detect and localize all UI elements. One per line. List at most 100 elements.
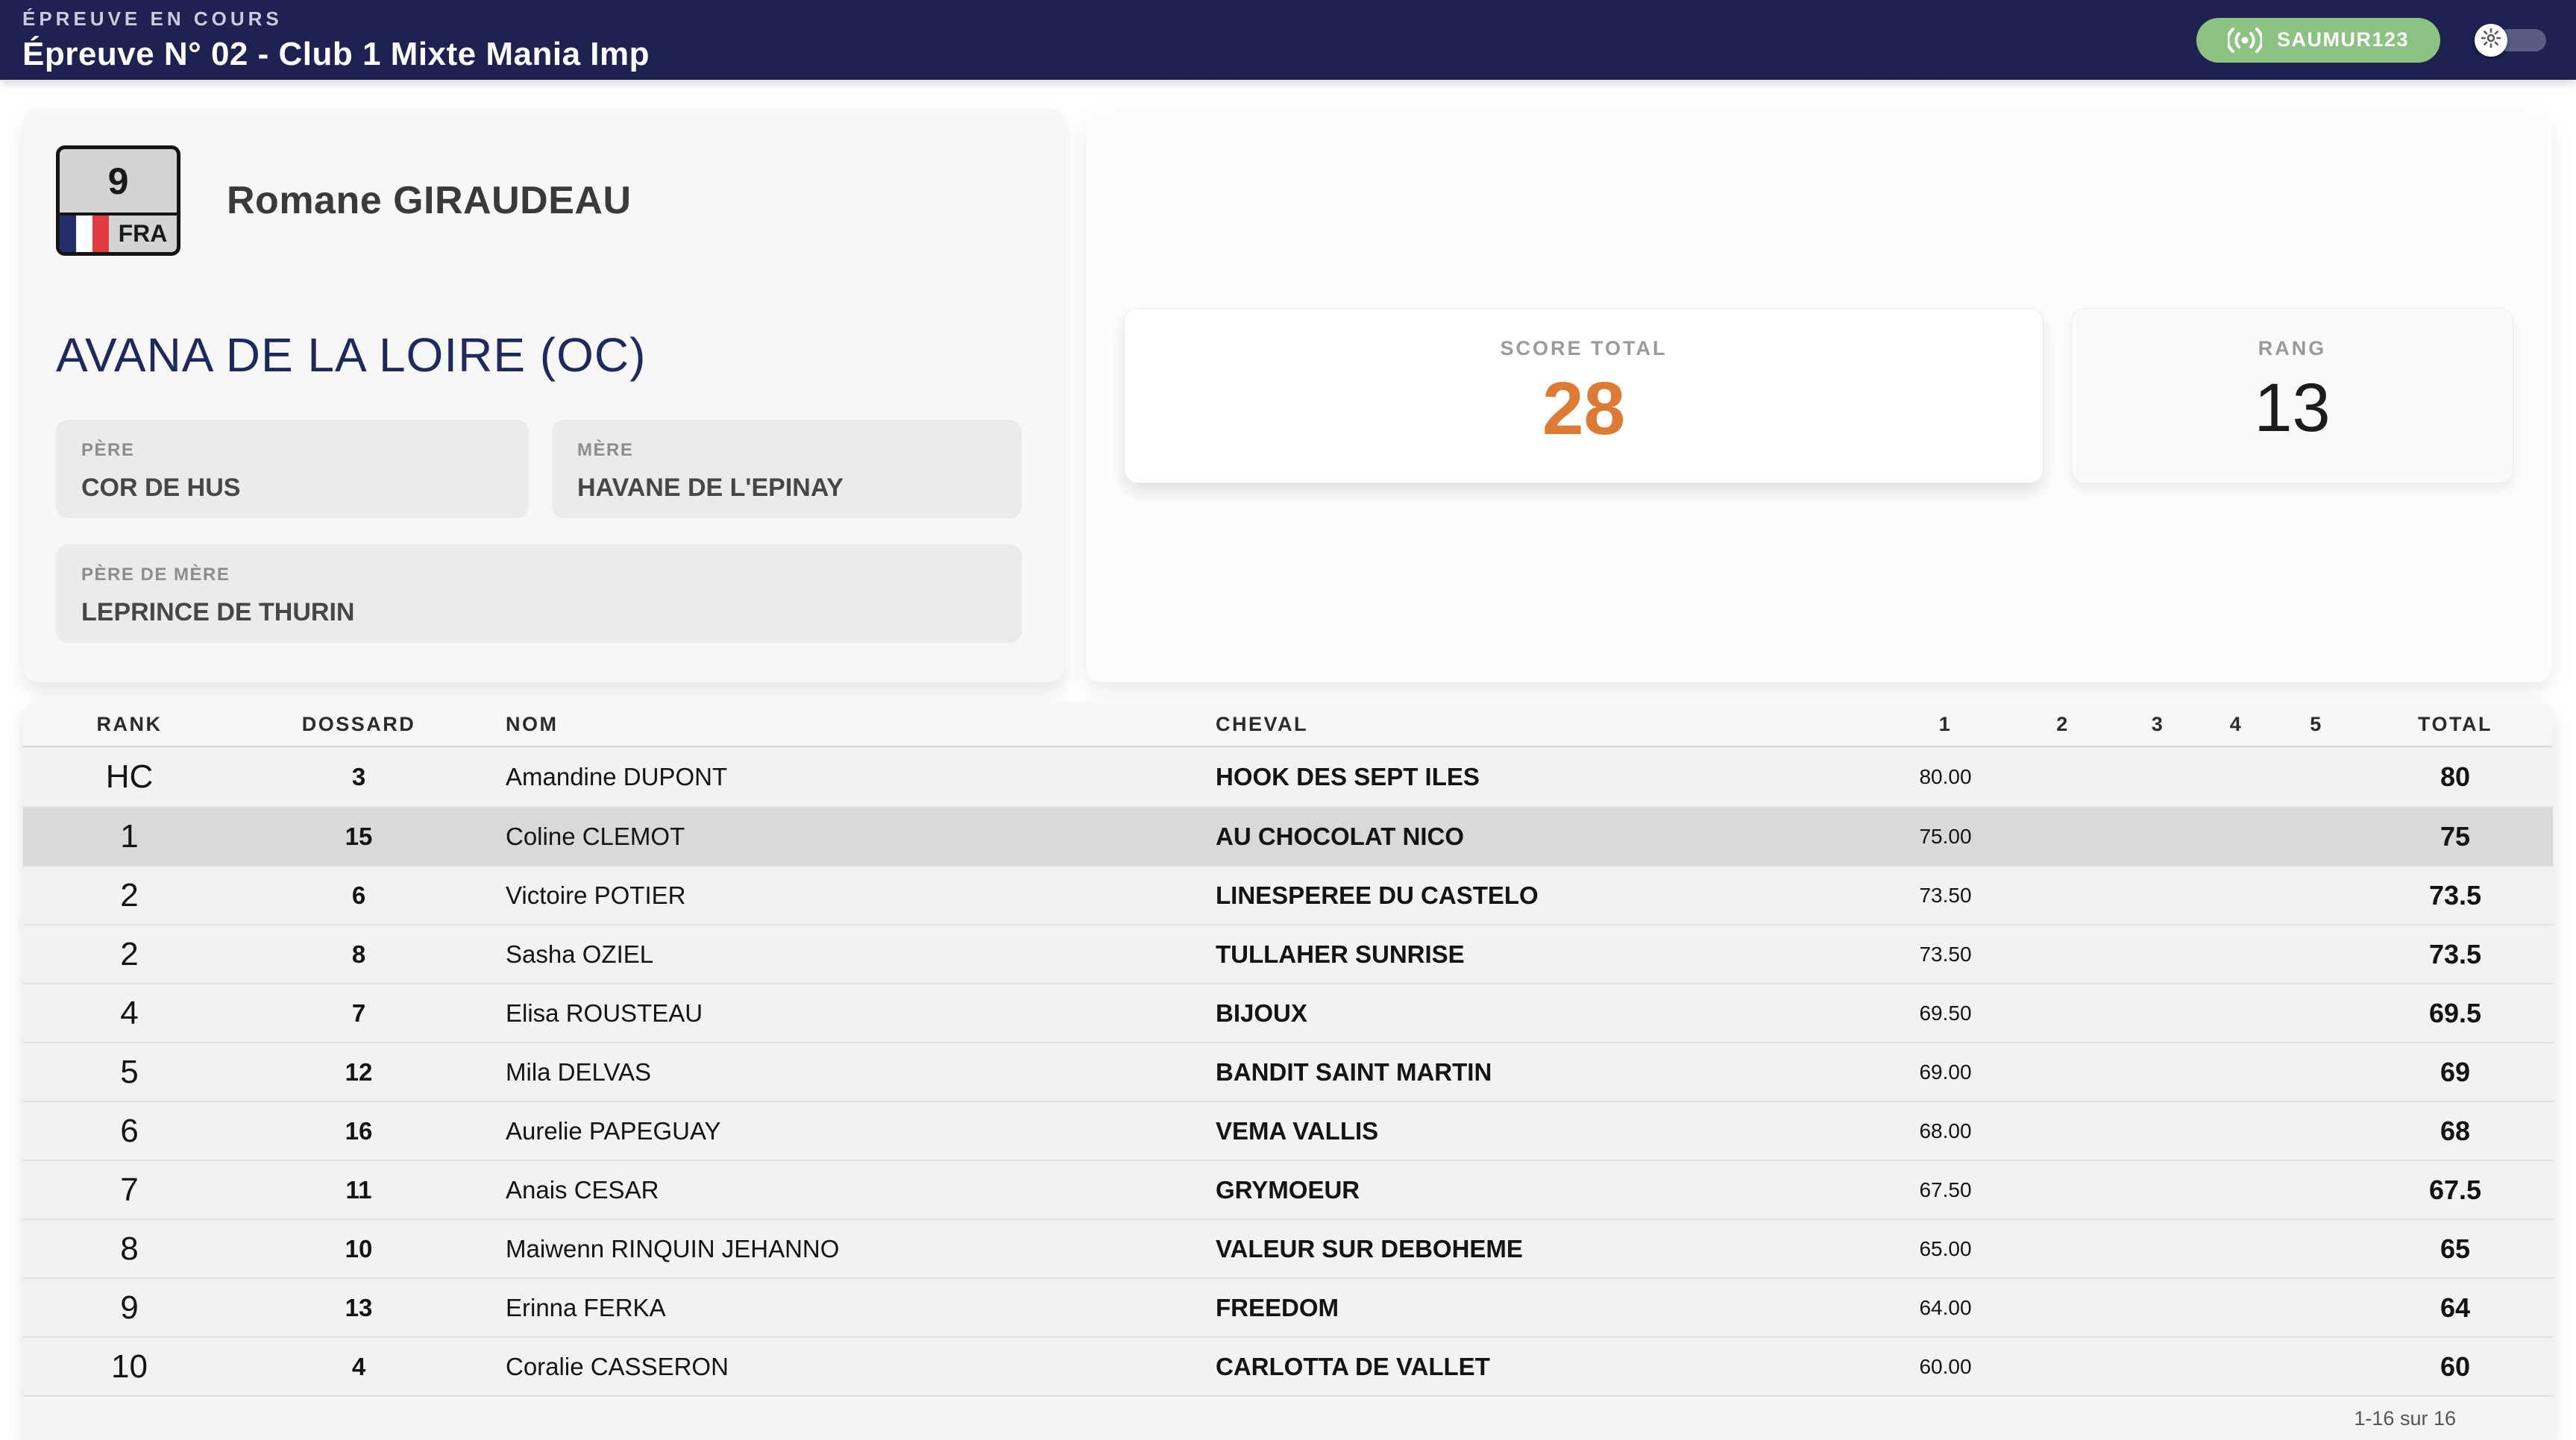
cell-dossard: 6	[236, 881, 482, 910]
cell-c1: 67.50	[1884, 1178, 2007, 1202]
col-1: 1	[1884, 713, 2007, 736]
score-panel: SCORE TOTAL 28 RANG 13	[1086, 108, 2551, 682]
table-row[interactable]: 104Coralie CASSERONCARLOTTA DE VALLET60.…	[23, 1336, 2553, 1395]
field-pere-de-mere-value: LEPRINCE DE THURIN	[81, 598, 1022, 627]
cell-c1: 69.00	[1884, 1060, 2007, 1084]
cell-nom: Victoire POTIER	[482, 881, 1190, 910]
table-row[interactable]: 616Aurelie PAPEGUAYVEMA VALLIS68.00 68	[23, 1101, 2553, 1160]
event-title: Épreuve N° 02 - Club 1 Mixte Mania Imp	[22, 36, 650, 73]
cell-c1: 65.00	[1884, 1237, 2007, 1261]
col-5: 5	[2275, 713, 2357, 736]
col-total: TOTAL	[2357, 713, 2553, 736]
table-row[interactable]: 913Erinna FERKAFREEDOM64.0064	[23, 1277, 2553, 1336]
field-pere-label: PÈRE	[81, 440, 529, 461]
col-rank: RANK	[23, 713, 236, 736]
live-session-badge[interactable]: SAUMUR123	[2196, 18, 2440, 63]
cell-c1: 73.50	[1884, 884, 2007, 908]
cell-dossard: 16	[236, 1117, 482, 1145]
score-total-label: SCORE TOTAL	[1125, 337, 2043, 360]
horse-name: AVANA DE LA LOIRE (OC)	[56, 327, 1031, 383]
table-row[interactable]: 28Sasha OZIELTULLAHER SUNRISE73.5073.5	[23, 924, 2553, 983]
bib-number: 9	[60, 149, 177, 213]
bib-country-row: FRA	[60, 213, 177, 252]
live-badge-label: SAUMUR123	[2277, 28, 2409, 51]
cell-nom: Anais CESAR	[482, 1176, 1190, 1204]
cell-total: 75	[2357, 821, 2553, 852]
bib-badge: 9 FRA	[56, 145, 180, 256]
cell-rank: 8	[23, 1230, 236, 1268]
cell-c1: 80.00	[1884, 765, 2007, 789]
cell-nom: Erinna FERKA	[482, 1294, 1190, 1322]
cell-cheval: HOOK DES SEPT ILES	[1190, 763, 1884, 791]
sun-icon	[2481, 28, 2501, 51]
rider-card: 9 FRA Romane GIRAUDEAU AVANA DE LA LOIRE…	[23, 108, 1064, 682]
cell-total: 60	[2357, 1351, 2553, 1383]
cell-rank: HC	[23, 758, 236, 796]
field-mere: MÈRE HAVANE DE L'EPINAY	[552, 420, 1022, 518]
field-mere-value: HAVANE DE L'EPINAY	[577, 474, 1022, 503]
cell-cheval: CARLOTTA DE VALLET	[1190, 1353, 1884, 1381]
col-nom: NOM	[482, 713, 1190, 736]
table-row[interactable]: 512Mila DELVASBANDIT SAINT MARTIN69.0069	[23, 1042, 2553, 1101]
col-dossard: DOSSARD	[236, 713, 482, 736]
cell-cheval: VALEUR SUR DEBOHEME	[1190, 1235, 1884, 1263]
cell-c1: 75.00	[1884, 825, 2007, 849]
header-titles: ÉPREUVE EN COURS Épreuve N° 02 - Club 1 …	[22, 7, 650, 73]
event-status-label: ÉPREUVE EN COURS	[22, 7, 650, 31]
bib-row: 9 FRA Romane GIRAUDEAU	[56, 145, 1031, 256]
table-row[interactable]: 47Elisa ROUSTEAUBIJOUX69.5069.5	[23, 983, 2553, 1042]
cell-nom: Elisa ROUSTEAU	[482, 999, 1190, 1028]
cell-nom: Aurelie PAPEGUAY	[482, 1117, 1190, 1145]
cell-dossard: 10	[236, 1235, 482, 1263]
pedigree-fields: PÈRE COR DE HUS MÈRE HAVANE DE L'EPINAY …	[56, 420, 1031, 643]
cell-rank: 1	[23, 818, 236, 855]
cell-total: 65	[2357, 1233, 2553, 1265]
table-row[interactable]: 810Maiwenn RINQUIN JEHANNOVALEUR SUR DEB…	[23, 1219, 2553, 1277]
cell-cheval: GRYMOEUR	[1190, 1176, 1884, 1204]
cell-total: 69	[2357, 1057, 2553, 1088]
col-2: 2	[2007, 713, 2119, 736]
rider-name: Romane GIRAUDEAU	[227, 178, 632, 223]
cell-rank: 4	[23, 995, 236, 1032]
cell-rank: 6	[23, 1113, 236, 1150]
cell-nom: Maiwenn RINQUIN JEHANNO	[482, 1235, 1190, 1263]
table-row[interactable]: 26Victoire POTIERLINESPEREE DU CASTELO73…	[23, 865, 2553, 924]
cell-rank: 7	[23, 1172, 236, 1209]
cell-total: 67.5	[2357, 1175, 2553, 1206]
table-row[interactable]: 711Anais CESARGRYMOEUR67.5067.5	[23, 1160, 2553, 1219]
cell-cheval: TULLAHER SUNRISE	[1190, 940, 1884, 969]
cell-total: 68	[2357, 1116, 2553, 1147]
score-total-card: SCORE TOTAL 28	[1124, 308, 2043, 483]
cell-c1: 64.00	[1884, 1296, 2007, 1320]
col-4: 4	[2197, 713, 2275, 736]
cell-rank: 9	[23, 1289, 236, 1327]
cell-rank: 10	[23, 1348, 236, 1386]
cell-total: 69.5	[2357, 998, 2553, 1029]
cell-dossard: 7	[236, 999, 482, 1028]
cell-rank: 2	[23, 936, 236, 973]
cell-total: 64	[2357, 1292, 2553, 1324]
pagination-label: 1-16 sur 16	[2354, 1407, 2456, 1430]
header-actions: SAUMUR123	[2196, 18, 2546, 63]
cell-cheval: VEMA VALLIS	[1190, 1117, 1884, 1145]
cell-c1: 68.00	[1884, 1119, 2007, 1143]
header-bar: ÉPREUVE EN COURS Épreuve N° 02 - Club 1 …	[0, 0, 2576, 80]
country-code: FRA	[109, 216, 177, 252]
table-row[interactable]: HC3Amandine DUPONTHOOK DES SEPT ILES80.0…	[23, 747, 2553, 806]
cell-dossard: 12	[236, 1058, 482, 1087]
pagination-bar: 1-16 sur 16	[23, 1395, 2553, 1440]
cell-dossard: 13	[236, 1294, 482, 1322]
cell-c1: 69.50	[1884, 1002, 2007, 1025]
cell-cheval: AU CHOCOLAT NICO	[1190, 823, 1884, 851]
table-row[interactable]: 115Coline CLEMOTAU CHOCOLAT NICO75.0075	[23, 806, 2553, 865]
cell-dossard: 3	[236, 763, 482, 791]
cell-total: 80	[2357, 761, 2553, 793]
cell-total: 73.5	[2357, 939, 2553, 970]
cell-c1: 73.50	[1884, 943, 2007, 966]
cell-dossard: 4	[236, 1353, 482, 1381]
theme-toggle[interactable]	[2475, 24, 2546, 57]
cell-nom: Sasha OZIEL	[482, 940, 1190, 969]
cell-cheval: BANDIT SAINT MARTIN	[1190, 1058, 1884, 1087]
field-pere-de-mere: PÈRE DE MÈRE LEPRINCE DE THURIN	[56, 544, 1022, 643]
cell-cheval: LINESPEREE DU CASTELO	[1190, 881, 1884, 910]
